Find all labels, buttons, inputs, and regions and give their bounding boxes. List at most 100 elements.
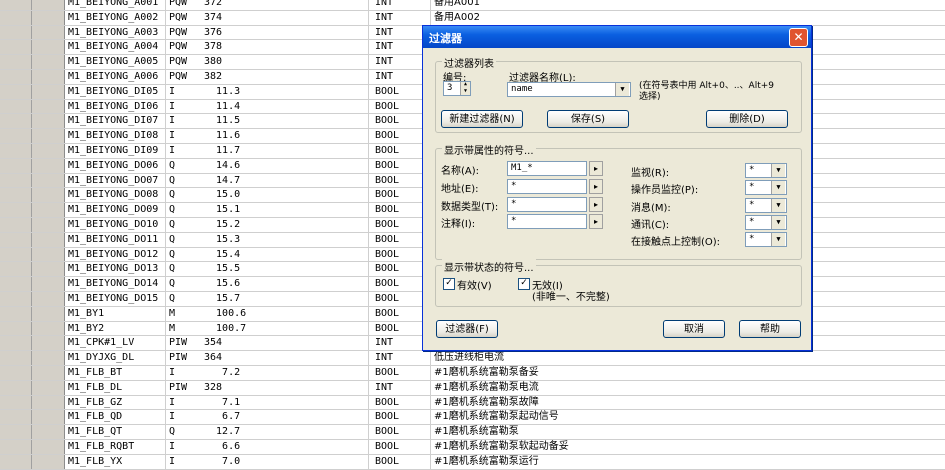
address-field[interactable]: * bbox=[507, 179, 587, 194]
row-header-status[interactable] bbox=[32, 365, 65, 380]
table-row[interactable]: M1_DYJXG_DL PIW 364 INT 低压进线柜电流 bbox=[0, 351, 945, 366]
address-area-cell[interactable]: PIW bbox=[166, 381, 201, 395]
row-header-status[interactable] bbox=[32, 25, 65, 40]
address-cell[interactable]: 11.3 bbox=[201, 84, 369, 99]
address-cell[interactable]: 15.5 bbox=[201, 262, 369, 277]
comment-field[interactable]: * bbox=[507, 214, 587, 229]
row-header[interactable] bbox=[0, 321, 32, 336]
address-cell[interactable]: 364 bbox=[201, 351, 369, 365]
row-header[interactable] bbox=[0, 158, 32, 173]
symbol-cell[interactable]: M1_FLB_YX bbox=[65, 454, 166, 469]
chevron-down-icon[interactable]: ▼ bbox=[771, 233, 785, 246]
contact-combo[interactable]: * ▼ bbox=[745, 232, 787, 247]
symbol-cell[interactable]: M1_BY2 bbox=[65, 321, 166, 336]
close-button[interactable]: ✕ bbox=[789, 28, 808, 47]
address-area-cell[interactable]: PQW bbox=[166, 0, 201, 10]
datatype-field[interactable]: * bbox=[507, 197, 587, 212]
row-header[interactable] bbox=[0, 395, 32, 410]
address-cell[interactable]: 374 bbox=[201, 10, 369, 25]
row-header[interactable] bbox=[0, 291, 32, 306]
symbol-cell[interactable]: M1_BEIYONG_DO06 bbox=[65, 158, 166, 173]
row-header[interactable] bbox=[0, 410, 32, 425]
row-header-status[interactable] bbox=[32, 351, 65, 365]
row-header[interactable] bbox=[0, 99, 32, 114]
row-header[interactable] bbox=[0, 262, 32, 277]
address-cell[interactable]: 11.5 bbox=[201, 114, 369, 129]
table-row[interactable]: M1_BEIYONG_A002 PQW 374 INT 备用A002 bbox=[0, 10, 945, 26]
row-header[interactable] bbox=[0, 40, 32, 55]
address-cell[interactable]: 6.6 bbox=[201, 439, 369, 454]
row-header-status[interactable] bbox=[32, 410, 65, 425]
row-header-status[interactable] bbox=[32, 306, 65, 321]
row-header[interactable] bbox=[0, 454, 32, 469]
address-area-cell[interactable]: M bbox=[166, 322, 201, 336]
row-header-status[interactable] bbox=[32, 99, 65, 114]
address-area-cell[interactable]: I bbox=[166, 366, 201, 380]
symbol-cell[interactable]: M1_BEIYONG_DO12 bbox=[65, 247, 166, 262]
symbol-cell[interactable]: M1_BY1 bbox=[65, 306, 166, 321]
address-cell[interactable]: 7.2 bbox=[201, 365, 369, 380]
table-row[interactable]: M1_FLB_DL PIW 328 INT #1磨机系统富勒泵电流 bbox=[0, 380, 945, 396]
monitor-combo[interactable]: * ▼ bbox=[745, 163, 787, 178]
symbol-cell[interactable]: M1_BEIYONG_DI05 bbox=[65, 84, 166, 99]
row-header-status[interactable] bbox=[32, 203, 65, 217]
address-area-cell[interactable]: Q bbox=[166, 292, 201, 306]
row-header-status[interactable] bbox=[32, 0, 65, 10]
table-row[interactable]: M1_FLB_QD I 6.7 BOOL #1磨机系统富勒泵起动信号 bbox=[0, 410, 945, 426]
address-area-cell[interactable]: I bbox=[166, 85, 201, 99]
address-cell[interactable]: 12.7 bbox=[201, 425, 369, 439]
symbol-cell[interactable]: M1_BEIYONG_DO13 bbox=[65, 262, 166, 277]
chevron-down-icon[interactable]: ▼ bbox=[771, 164, 785, 177]
address-cell[interactable]: 14.7 bbox=[201, 173, 369, 188]
table-row[interactable]: M1_FLB_RQBT I 6.6 BOOL #1磨机系统富勒泵软起动备妥 bbox=[0, 439, 945, 455]
address-cell[interactable]: 15.1 bbox=[201, 203, 369, 217]
table-row[interactable]: M1_BEIYONG_A001 PQW 372 INT 备用A001 bbox=[0, 0, 945, 11]
row-header-status[interactable] bbox=[32, 114, 65, 129]
row-header-status[interactable] bbox=[32, 439, 65, 454]
row-header[interactable] bbox=[0, 247, 32, 262]
row-header[interactable] bbox=[0, 69, 32, 84]
row-header[interactable] bbox=[0, 84, 32, 99]
row-header-status[interactable] bbox=[32, 10, 65, 25]
symbol-cell[interactable]: M1_FLB_RQBT bbox=[65, 439, 166, 454]
row-header[interactable] bbox=[0, 380, 32, 395]
symbol-cell[interactable]: M1_FLB_GZ bbox=[65, 395, 166, 410]
symbol-cell[interactable]: M1_BEIYONG_A005 bbox=[65, 55, 166, 69]
row-header-status[interactable] bbox=[32, 129, 65, 143]
address-cell[interactable]: 372 bbox=[201, 0, 369, 10]
address-area-cell[interactable]: PQW bbox=[166, 11, 201, 25]
address-area-cell[interactable]: PQW bbox=[166, 40, 201, 54]
address-cell[interactable]: 100.7 bbox=[201, 321, 369, 336]
address-area-cell[interactable]: Q bbox=[166, 277, 201, 291]
chevron-down-icon[interactable]: ▼ bbox=[771, 181, 785, 194]
address-area-cell[interactable]: PQW bbox=[166, 26, 201, 40]
table-row[interactable]: M1_FLB_YX I 7.0 BOOL #1磨机系统富勒泵运行 bbox=[0, 454, 945, 470]
address-cell[interactable]: 354 bbox=[201, 336, 369, 351]
datatype-cell[interactable]: BOOL bbox=[369, 365, 431, 380]
operator-combo[interactable]: * ▼ bbox=[745, 180, 787, 195]
symbol-cell[interactable]: M1_BEIYONG_A002 bbox=[65, 10, 166, 25]
cancel-button[interactable]: 取消 bbox=[663, 320, 725, 338]
row-header[interactable] bbox=[0, 10, 32, 25]
address-area-cell[interactable]: Q bbox=[166, 218, 201, 232]
valid-checkbox[interactable]: ✓ bbox=[443, 278, 455, 290]
symbol-cell[interactable]: M1_BEIYONG_A001 bbox=[65, 0, 166, 10]
spin-arrows-icon[interactable]: ▲ ▼ bbox=[460, 82, 470, 95]
address-area-cell[interactable]: I bbox=[166, 100, 201, 114]
symbol-cell[interactable]: M1_BEIYONG_DI07 bbox=[65, 114, 166, 129]
comment-cell[interactable]: #1磨机系统富勒泵 bbox=[431, 425, 945, 439]
filter-button[interactable]: 过滤器(F) bbox=[436, 320, 498, 338]
row-header-status[interactable] bbox=[32, 380, 65, 395]
symbol-cell[interactable]: M1_FLB_QT bbox=[65, 425, 166, 439]
row-header[interactable] bbox=[0, 277, 32, 291]
symbol-cell[interactable]: M1_DYJXG_DL bbox=[65, 351, 166, 365]
row-header[interactable] bbox=[0, 143, 32, 158]
row-header-status[interactable] bbox=[32, 454, 65, 469]
row-header-status[interactable] bbox=[32, 291, 65, 306]
row-header[interactable] bbox=[0, 55, 32, 69]
comment-cell[interactable]: #1磨机系统富勒泵运行 bbox=[431, 455, 945, 469]
datatype-cell[interactable]: BOOL bbox=[369, 410, 431, 425]
symbol-cell[interactable]: M1_CPK#1_LV bbox=[65, 336, 166, 351]
datatype-cell[interactable]: INT bbox=[369, 0, 431, 10]
symbol-cell[interactable]: M1_BEIYONG_DO11 bbox=[65, 232, 166, 247]
